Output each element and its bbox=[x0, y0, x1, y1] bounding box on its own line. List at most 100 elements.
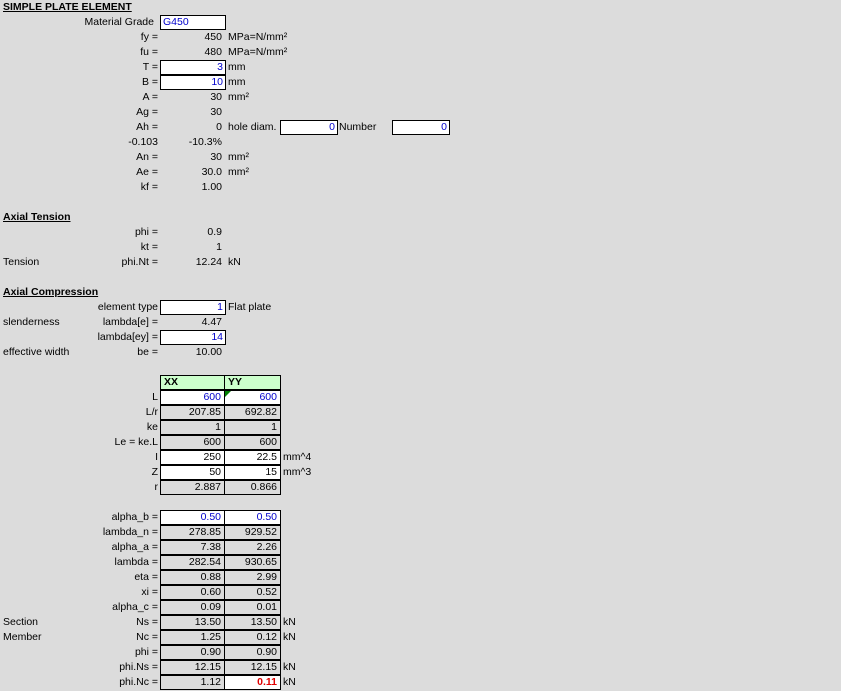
kf-value: 1.00 bbox=[201, 181, 222, 193]
table-cell-xx: 12.15 bbox=[160, 660, 225, 675]
hole-number-label: Number bbox=[339, 121, 377, 133]
tension-phi-value: 0.9 bbox=[207, 226, 222, 238]
table-cell-xx: 0.09 bbox=[160, 600, 225, 615]
table-cell-yy: 2.26 bbox=[224, 540, 281, 555]
thickness-label: T = bbox=[142, 61, 158, 73]
hole-diam-input[interactable]: 0 bbox=[280, 120, 338, 135]
net-area-label: An = bbox=[136, 151, 158, 163]
table-cell-xx: 1.12 bbox=[160, 675, 225, 690]
table-cell-xx: 0.88 bbox=[160, 570, 225, 585]
table-cell-xx: 50 bbox=[160, 465, 225, 480]
be-label: be = bbox=[137, 346, 158, 358]
thickness-input[interactable]: 3 bbox=[160, 60, 226, 75]
area-label: A = bbox=[142, 91, 158, 103]
table-cell-yy: 22.5 bbox=[224, 450, 281, 465]
table-header-yy: YY bbox=[224, 375, 281, 390]
table-row-label: Le = ke.L bbox=[114, 436, 159, 448]
fu-unit: MPa=N/mm² bbox=[228, 46, 288, 58]
table-row-unit: mm^3 bbox=[283, 466, 312, 478]
table-cell-xx[interactable]: 0.50 bbox=[160, 510, 225, 525]
lambda-e-value: 4.47 bbox=[201, 316, 222, 328]
table-cell-xx: 1 bbox=[160, 420, 225, 435]
table-header-xx: XX bbox=[160, 375, 225, 390]
hole-number-input[interactable]: 0 bbox=[392, 120, 450, 135]
net-area-unit: mm² bbox=[228, 151, 249, 163]
table-cell-yy: 692.82 bbox=[224, 405, 281, 420]
reduction-ratio: -0.103 bbox=[128, 136, 158, 148]
table-row-label: L bbox=[152, 391, 158, 403]
table-cell-xx: 600 bbox=[160, 435, 225, 450]
width-input[interactable]: 10 bbox=[160, 75, 226, 90]
hole-diam-label: hole diam. bbox=[228, 121, 277, 133]
table-cell-xx: 207.85 bbox=[160, 405, 225, 420]
effective-area-unit: mm² bbox=[228, 166, 249, 178]
width-unit: mm bbox=[228, 76, 246, 88]
element-type-desc: Flat plate bbox=[228, 301, 272, 313]
material-grade-label: Material Grade bbox=[84, 16, 154, 28]
fy-label: fy = bbox=[140, 31, 158, 43]
table-row-side-label: Section bbox=[3, 616, 39, 628]
thickness-unit: mm bbox=[228, 61, 246, 73]
fu-label: fu = bbox=[140, 46, 158, 58]
element-type-input[interactable]: 1 bbox=[160, 300, 226, 315]
comment-indicator-icon[interactable] bbox=[225, 391, 231, 397]
kf-label: kf = bbox=[140, 181, 158, 193]
table-cell-yy: 0.90 bbox=[224, 645, 281, 660]
table-cell-xx: 282.54 bbox=[160, 555, 225, 570]
table-cell-yy[interactable]: 600 bbox=[224, 390, 281, 405]
tension-phi-label: phi = bbox=[134, 226, 158, 238]
table-cell-xx: 1.25 bbox=[160, 630, 225, 645]
table-row-side-label: Member bbox=[3, 631, 42, 643]
table-row-label: Nc = bbox=[136, 631, 158, 643]
table-cell-yy: 2.99 bbox=[224, 570, 281, 585]
table-row-label: r bbox=[154, 481, 159, 493]
table-cell-yy: 12.15 bbox=[224, 660, 281, 675]
phi-nt-label: phi.Nt = bbox=[121, 256, 158, 268]
axial-compression-heading: Axial Compression bbox=[3, 286, 99, 298]
kt-label: kt = bbox=[140, 241, 158, 253]
width-label: B = bbox=[141, 76, 158, 88]
effective-area-value: 30.0 bbox=[201, 166, 222, 178]
table-row-label: phi.Nc = bbox=[119, 676, 158, 688]
table-row-unit: kN bbox=[283, 616, 296, 628]
table-cell-yy: 1 bbox=[224, 420, 281, 435]
table-cell-yy: 600 bbox=[224, 435, 281, 450]
be-value: 10.00 bbox=[195, 346, 222, 358]
table-cell-yy: 930.65 bbox=[224, 555, 281, 570]
table-row-unit: kN bbox=[283, 661, 296, 673]
axial-tension-heading: Axial Tension bbox=[3, 211, 71, 223]
kt-value: 1 bbox=[216, 241, 222, 253]
page-title: SIMPLE PLATE ELEMENT bbox=[3, 1, 132, 13]
table-cell-xx: 0.60 bbox=[160, 585, 225, 600]
table-row-label: lambda = bbox=[114, 556, 159, 568]
material-grade-input[interactable]: G450 bbox=[160, 15, 226, 30]
table-row-label: eta = bbox=[134, 571, 158, 583]
lambda-e-label: lambda[e] = bbox=[102, 316, 158, 328]
gross-area-label: Ag = bbox=[136, 106, 158, 118]
table-cell-xx: 2.887 bbox=[160, 480, 225, 495]
lambda-ey-input[interactable]: 14 bbox=[160, 330, 226, 345]
net-area-value: 30 bbox=[210, 151, 222, 163]
table-row-unit: kN bbox=[283, 676, 296, 688]
table-row-label: I bbox=[155, 451, 158, 463]
table-row-label: alpha_a = bbox=[111, 541, 158, 553]
table-cell-xx: 0.90 bbox=[160, 645, 225, 660]
table-row-label: phi = bbox=[134, 646, 158, 658]
area-value: 30 bbox=[210, 91, 222, 103]
gross-area-value: 30 bbox=[210, 106, 222, 118]
lambda-ey-label: lambda[ey] = bbox=[97, 331, 158, 343]
table-row-label: phi.Ns = bbox=[119, 661, 158, 673]
table-row-label: alpha_b = bbox=[111, 511, 158, 523]
area-unit: mm² bbox=[228, 91, 249, 103]
table-cell-yy[interactable]: 0.50 bbox=[224, 510, 281, 525]
table-cell-xx: 250 bbox=[160, 450, 225, 465]
hole-area-value: 0 bbox=[216, 121, 222, 133]
table-cell-xx[interactable]: 600 bbox=[160, 390, 225, 405]
table-row-label: ke bbox=[146, 421, 158, 433]
table-cell-yy: 13.50 bbox=[224, 615, 281, 630]
phi-nt-value: 12.24 bbox=[195, 256, 222, 268]
element-type-label: element type bbox=[97, 301, 158, 313]
table-cell-yy: 929.52 bbox=[224, 525, 281, 540]
table-cell-yy: 0.52 bbox=[224, 585, 281, 600]
table-row-unit: mm^4 bbox=[283, 451, 312, 463]
